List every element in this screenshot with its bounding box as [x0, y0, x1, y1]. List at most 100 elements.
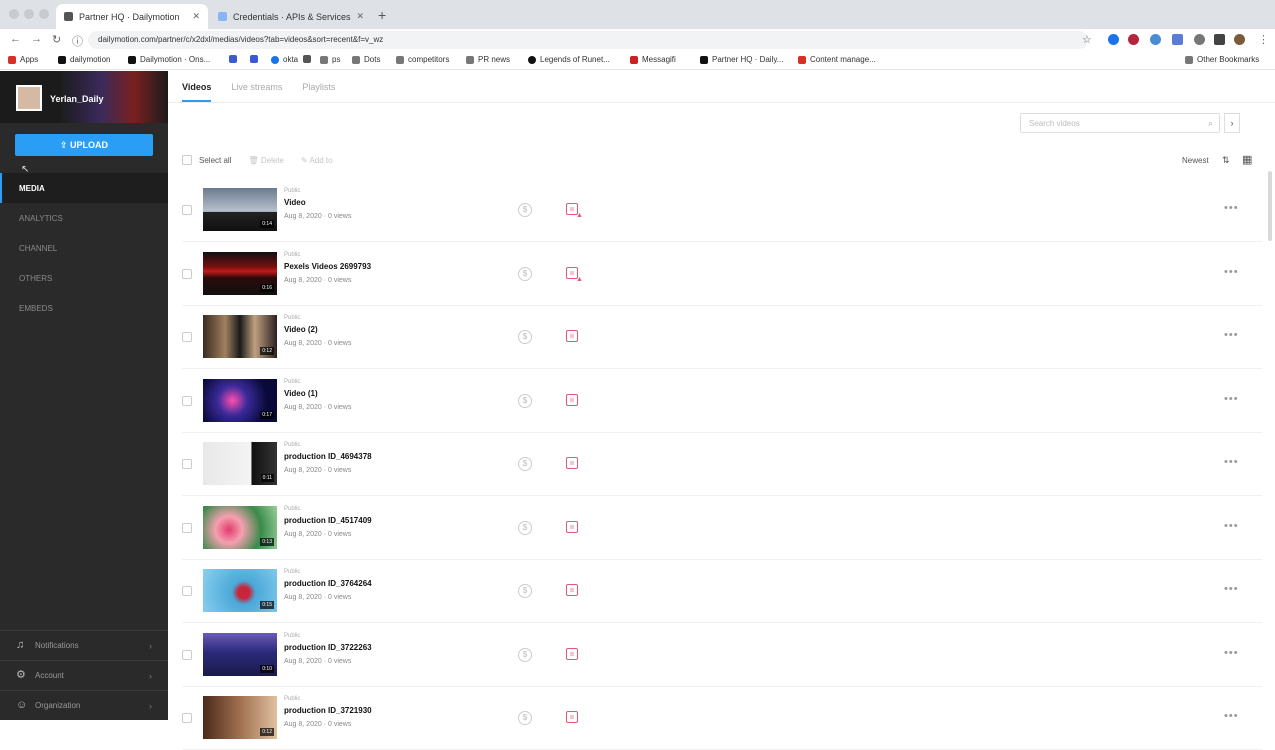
- video-title[interactable]: Video (1): [284, 389, 318, 398]
- sort-dropdown[interactable]: Newest: [1182, 156, 1209, 165]
- more-options-icon[interactable]: •••: [1224, 583, 1239, 595]
- site-info-icon[interactable]: ⓘ: [72, 33, 83, 49]
- delete-button[interactable]: 🗑 Delete: [248, 156, 284, 165]
- browser-tab[interactable]: Credentials · APIs & Services ✕: [210, 4, 372, 29]
- video-title[interactable]: production ID_3721930: [284, 706, 372, 715]
- video-title[interactable]: Video: [284, 198, 306, 207]
- row-checkbox[interactable]: [182, 459, 192, 469]
- row-checkbox[interactable]: [182, 713, 192, 723]
- more-options-icon[interactable]: •••: [1224, 710, 1239, 722]
- forward-icon[interactable]: →: [31, 33, 42, 45]
- video-title[interactable]: production ID_4694378: [284, 452, 372, 461]
- bookmark-item[interactable]: dailymotion: [58, 55, 110, 64]
- more-options-icon[interactable]: •••: [1224, 329, 1239, 341]
- window-zoom-control[interactable]: [39, 9, 49, 19]
- table-row[interactable]: 0:16 Public Pexels Videos 2699793 Aug 8,…: [182, 242, 1262, 306]
- row-checkbox[interactable]: [182, 522, 192, 533]
- back-icon[interactable]: ←: [10, 33, 21, 45]
- bookmark-item[interactable]: okta: [271, 55, 298, 64]
- bookmark-item[interactable]: [250, 55, 258, 63]
- video-title[interactable]: production ID_3764264: [284, 579, 372, 588]
- video-status-icon[interactable]: [566, 457, 578, 469]
- row-checkbox[interactable]: [182, 395, 192, 406]
- sidebar-footer-account[interactable]: ⚙ Account ›: [0, 660, 168, 690]
- video-status-icon[interactable]: [566, 584, 578, 596]
- bookmark-star-icon[interactable]: ☆: [1082, 33, 1092, 46]
- bookmark-item[interactable]: Content manage...: [798, 55, 876, 64]
- reload-icon[interactable]: ↻: [52, 33, 61, 46]
- more-options-icon[interactable]: •••: [1224, 266, 1239, 278]
- other-bookmarks[interactable]: Other Bookmarks: [1185, 55, 1259, 64]
- row-checkbox[interactable]: [182, 332, 192, 342]
- grid-view-icon[interactable]: ▦: [1242, 153, 1252, 166]
- address-input[interactable]: dailymotion.com/partner/c/x2dxl/medias/v…: [88, 31, 1088, 49]
- video-status-icon[interactable]: [566, 647, 578, 660]
- row-checkbox[interactable]: [182, 268, 192, 279]
- table-row[interactable]: 0:13 Public production ID_4517409 Aug 8,…: [182, 496, 1262, 560]
- sidebar-item-channel[interactable]: CHANNEL: [0, 233, 168, 263]
- monetization-icon[interactable]: $: [518, 711, 532, 725]
- video-thumbnail[interactable]: 0:10: [203, 632, 277, 676]
- monetization-icon[interactable]: $: [518, 266, 532, 281]
- video-thumbnail[interactable]: 0:15: [203, 569, 277, 612]
- video-thumbnail[interactable]: 0:17: [203, 378, 277, 422]
- row-checkbox[interactable]: [182, 649, 192, 660]
- video-thumbnail[interactable]: 0:12: [203, 315, 277, 358]
- monetization-icon[interactable]: $: [518, 393, 532, 408]
- bookmark-item[interactable]: [229, 55, 237, 63]
- monetization-icon[interactable]: $: [518, 457, 532, 471]
- video-title[interactable]: production ID_4517409: [284, 516, 372, 525]
- more-options-icon[interactable]: •••: [1224, 202, 1239, 214]
- search-submit-button[interactable]: ›: [1224, 113, 1240, 133]
- sidebar-item-embeds[interactable]: EMBEDS: [0, 293, 168, 323]
- bookmark-item[interactable]: [303, 55, 311, 63]
- video-thumbnail[interactable]: 0:16: [203, 251, 277, 295]
- tab-playlists[interactable]: Playlists: [302, 82, 335, 102]
- search-input[interactable]: Search videos ⌕: [1020, 113, 1220, 133]
- video-title[interactable]: Video (2): [284, 325, 318, 334]
- table-row[interactable]: 0:17 Public Video (1) Aug 8, 2020 · 0 vi…: [182, 369, 1262, 433]
- table-row[interactable]: 0:10 Public production ID_3722263 Aug 8,…: [182, 623, 1262, 687]
- browser-menu-icon[interactable]: ⋮: [1258, 33, 1269, 46]
- extension-icon[interactable]: [1172, 34, 1183, 45]
- bookmark-item[interactable]: Messagifi: [630, 55, 676, 64]
- bookmark-item[interactable]: PR news: [466, 55, 510, 64]
- bookmark-item[interactable]: Partner HQ · Daily...: [700, 55, 783, 64]
- sidebar-footer-notifications[interactable]: ♫ Notifications ›: [0, 630, 168, 660]
- tab-live-streams[interactable]: Live streams: [231, 82, 282, 102]
- profile-avatar-icon[interactable]: [1234, 34, 1245, 45]
- video-thumbnail[interactable]: 0:12: [203, 696, 277, 739]
- extension-icon[interactable]: [1194, 34, 1205, 45]
- more-options-icon[interactable]: •••: [1224, 520, 1239, 532]
- row-checkbox[interactable]: [182, 586, 192, 596]
- video-title[interactable]: Pexels Videos 2699793: [284, 262, 371, 271]
- bookmark-item[interactable]: ps: [320, 55, 340, 64]
- extension-icon[interactable]: [1150, 34, 1161, 45]
- bookmark-item[interactable]: Legends of Runet...: [528, 55, 610, 64]
- monetization-icon[interactable]: $: [518, 584, 532, 598]
- extensions-puzzle-icon[interactable]: [1214, 34, 1225, 45]
- video-thumbnail[interactable]: 0:13: [203, 505, 277, 549]
- row-checkbox[interactable]: [182, 205, 192, 215]
- extension-icon[interactable]: [1108, 34, 1119, 45]
- table-row[interactable]: 0:12 Public Video (2) Aug 8, 2020 · 0 vi…: [182, 305, 1262, 369]
- scrollbar[interactable]: [1268, 171, 1272, 241]
- avatar[interactable]: [16, 85, 42, 111]
- window-close-control[interactable]: [9, 9, 19, 19]
- upload-button[interactable]: ⇪ UPLOAD: [15, 134, 153, 156]
- browser-tab-active[interactable]: Partner HQ · Dailymotion ✕: [56, 4, 208, 29]
- sidebar-footer-organization[interactable]: ☺ Organization ›: [0, 690, 168, 720]
- monetization-icon[interactable]: $: [518, 330, 532, 344]
- select-all-checkbox[interactable]: [182, 155, 192, 165]
- extension-icon[interactable]: [1128, 34, 1139, 45]
- table-row[interactable]: 0:15 Public production ID_3764264 Aug 8,…: [182, 559, 1262, 623]
- video-thumbnail[interactable]: 0:11: [203, 442, 277, 485]
- tab-close-icon[interactable]: ✕: [357, 11, 365, 22]
- video-thumbnail[interactable]: 0:14: [203, 188, 277, 231]
- bookmark-item[interactable]: Dots: [352, 55, 380, 64]
- new-tab-icon[interactable]: +: [378, 7, 386, 23]
- video-status-icon[interactable]: [566, 393, 578, 406]
- monetization-icon[interactable]: $: [518, 647, 532, 662]
- more-options-icon[interactable]: •••: [1224, 456, 1239, 468]
- bookmark-item[interactable]: competitors: [396, 55, 449, 64]
